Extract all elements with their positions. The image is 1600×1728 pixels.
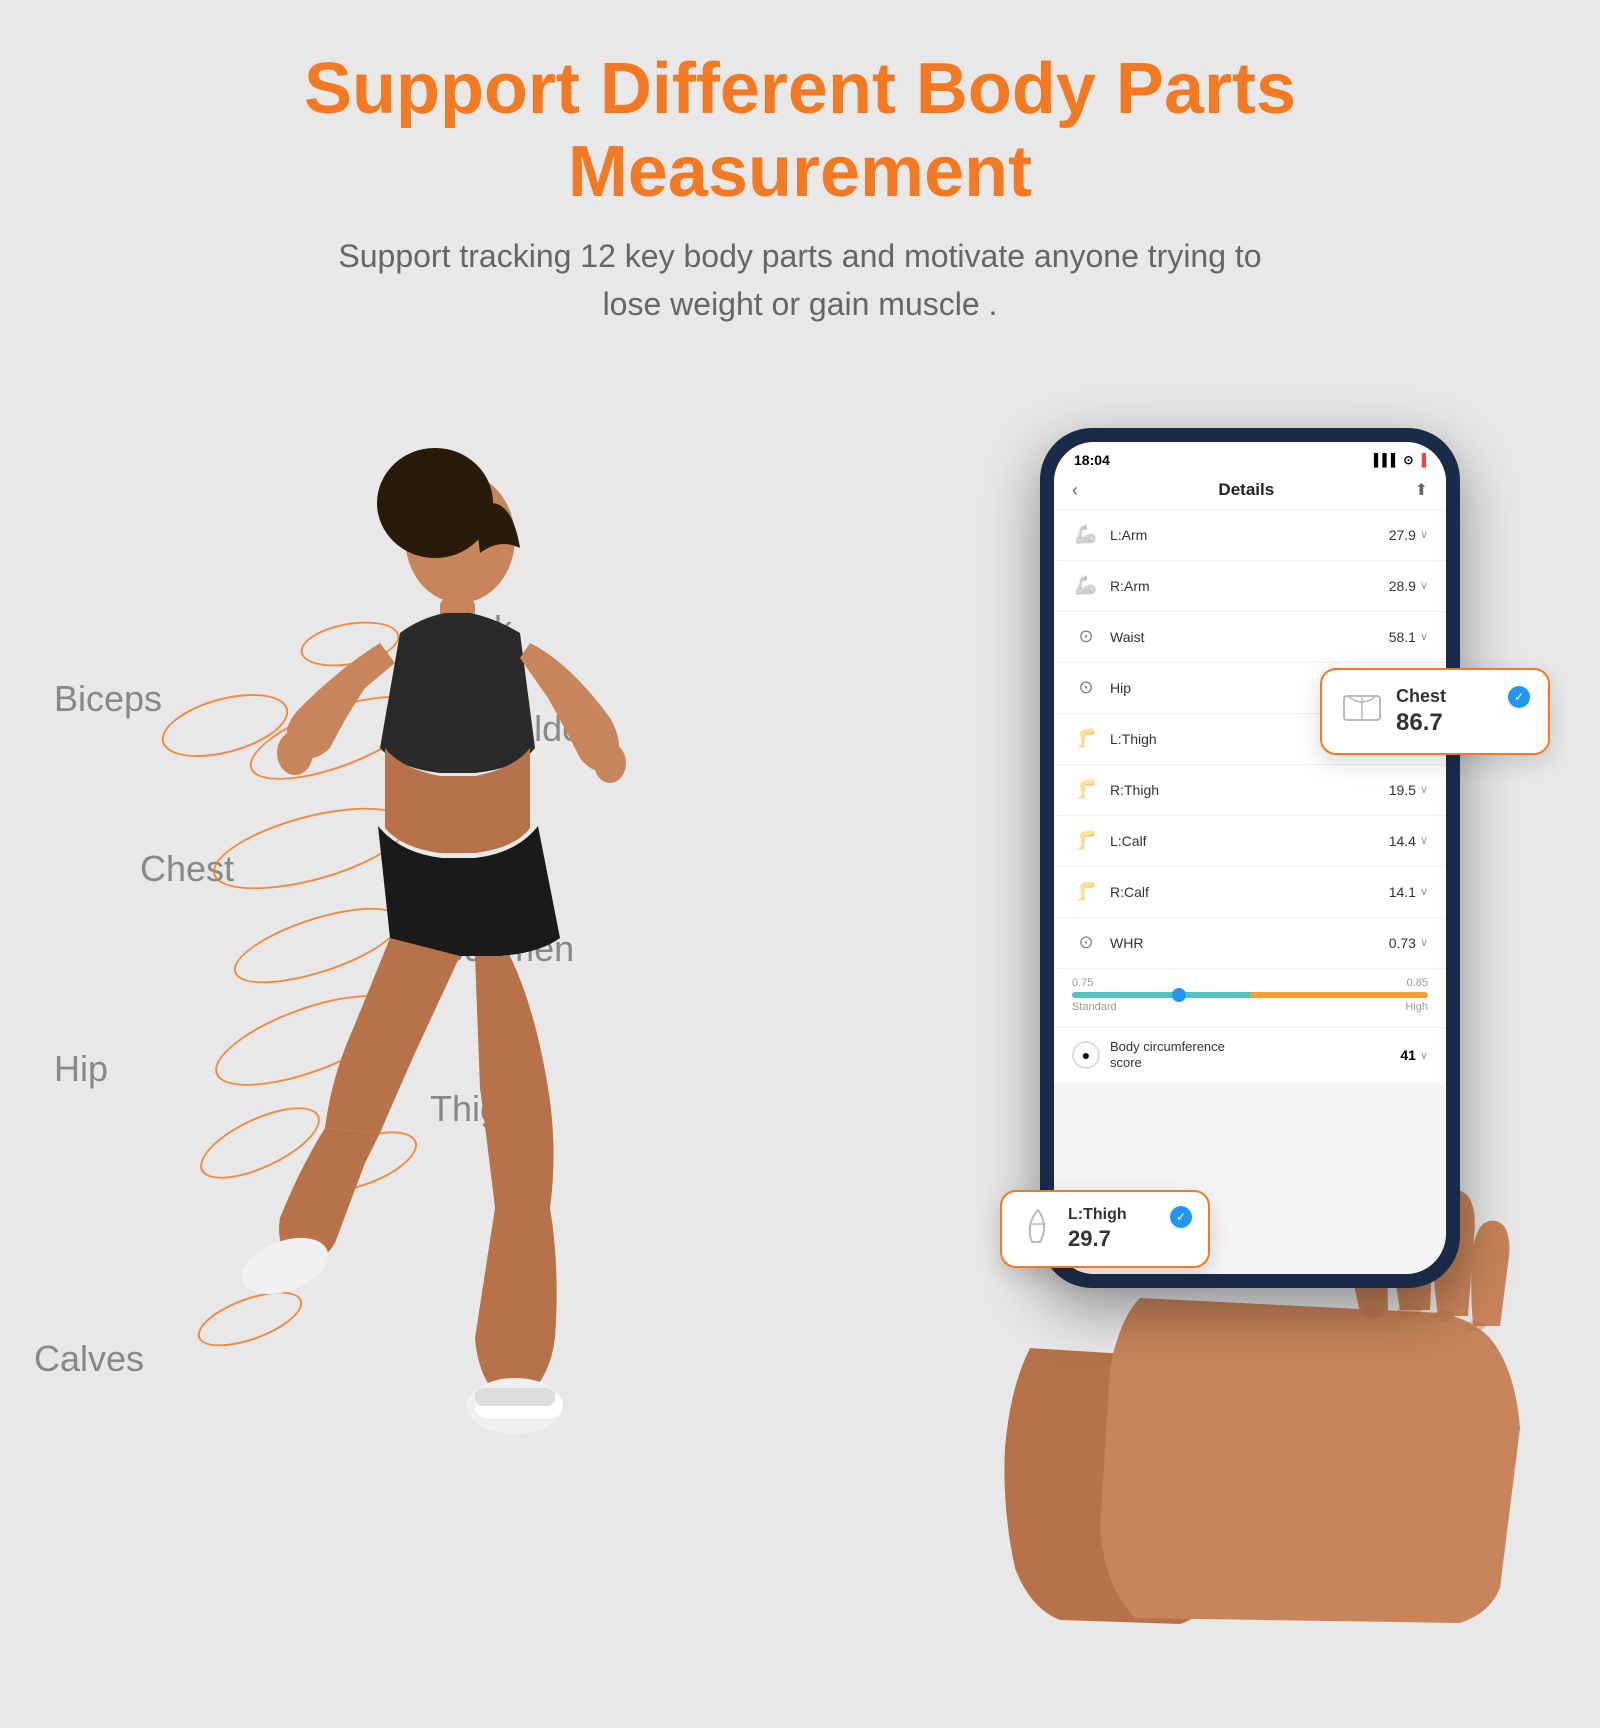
lthigh-popup-value: 29.7 — [1068, 1226, 1160, 1252]
wifi-icon: ⊙ — [1403, 453, 1413, 467]
runner-figure — [80, 408, 720, 1558]
measure-item-larm[interactable]: 🦾 L:Arm 27.9 ∨ — [1054, 510, 1446, 561]
score-icon: ● — [1072, 1041, 1100, 1069]
rcalf-icon: 🦵 — [1072, 878, 1100, 906]
rcalf-arrow: ∨ — [1420, 885, 1428, 898]
lthigh-icon: 🦵 — [1072, 725, 1100, 753]
back-button[interactable]: ‹ — [1072, 480, 1078, 501]
page-title: Support Different Body Parts Measurement — [80, 48, 1520, 214]
chest-popup-value: 86.7 — [1396, 709, 1496, 737]
lthigh-popup-title: L:Thigh — [1068, 1206, 1160, 1224]
lcalf-value: 14.4 — [1389, 833, 1416, 849]
signal-icon: ▌▌▌ — [1374, 453, 1400, 467]
whr-value: 0.73 — [1389, 935, 1416, 951]
body-score-row[interactable]: ● Body circumferencescore 41 ∨ — [1054, 1028, 1446, 1084]
phone-screen: 18:04 ▌▌▌ ⊙ ▐ ‹ Details ⬆ 🦾 — [1054, 442, 1446, 1274]
measure-item-rarm[interactable]: 🦾 R:Arm 28.9 ∨ — [1054, 561, 1446, 612]
phone-device: 18:04 ▌▌▌ ⊙ ▐ ‹ Details ⬆ 🦾 — [1040, 428, 1460, 1288]
measure-item-whr[interactable]: ⊙ WHR 0.73 ∨ — [1054, 918, 1446, 969]
whr-icon: ⊙ — [1072, 929, 1100, 957]
rthigh-icon: 🦵 — [1072, 776, 1100, 804]
lcalf-icon: 🦵 — [1072, 827, 1100, 855]
whr-section-standard: Standard — [1072, 1001, 1117, 1013]
whr-chart: 0.75 0.85 Standard High — [1054, 969, 1446, 1028]
whr-label1: 0.75 — [1072, 977, 1093, 989]
battery-icon: ▐ — [1417, 453, 1426, 467]
score-arrow: ∨ — [1420, 1049, 1428, 1062]
hip-icon: ⊙ — [1072, 674, 1100, 702]
status-time: 18:04 — [1074, 452, 1110, 468]
lthigh-popup-check: ✓ — [1170, 1206, 1192, 1228]
larm-icon: 🦾 — [1072, 521, 1100, 549]
status-icons: ▌▌▌ ⊙ ▐ — [1374, 453, 1426, 467]
rarm-value: 28.9 — [1389, 578, 1416, 594]
whr-name: WHR — [1110, 935, 1389, 951]
score-value: 41 — [1400, 1047, 1416, 1063]
measure-item-waist[interactable]: ⊙ Waist 58.1 ∨ — [1054, 612, 1446, 663]
chest-popup-icon — [1340, 686, 1384, 730]
main-content: Biceps Neck Shoulders Chest Abdomen Hip … — [0, 348, 1600, 1728]
chest-popup-title: Chest — [1396, 686, 1496, 707]
phone-wrapper: 18:04 ▌▌▌ ⊙ ▐ ‹ Details ⬆ 🦾 — [980, 428, 1560, 1628]
larm-arrow: ∨ — [1420, 528, 1428, 541]
measure-item-rcalf[interactable]: 🦵 R:Calf 14.1 ∨ — [1054, 867, 1446, 918]
rarm-arrow: ∨ — [1420, 579, 1428, 592]
whr-bar-track — [1072, 992, 1428, 998]
whr-section-high: High — [1405, 1001, 1428, 1013]
popup-chest: Chest 86.7 ✓ — [1320, 668, 1550, 755]
rthigh-name: R:Thigh — [1110, 782, 1389, 798]
measure-item-lcalf[interactable]: 🦵 L:Calf 14.4 ∨ — [1054, 816, 1446, 867]
chest-popup-content: Chest 86.7 — [1396, 686, 1496, 737]
score-label: Body circumferencescore — [1110, 1039, 1400, 1073]
lcalf-name: L:Calf — [1110, 833, 1389, 849]
rthigh-arrow: ∨ — [1420, 783, 1428, 796]
lthigh-popup-icon — [1018, 1206, 1058, 1246]
measure-item-rthigh[interactable]: 🦵 R:Thigh 19.5 ∨ — [1054, 765, 1446, 816]
popup-lthigh: L:Thigh 29.7 ✓ — [1000, 1190, 1210, 1268]
app-title: Details — [1218, 480, 1274, 500]
whr-bar-labels: 0.75 0.85 — [1072, 977, 1428, 989]
status-bar: 18:04 ▌▌▌ ⊙ ▐ — [1054, 442, 1446, 472]
whr-section-labels: Standard High — [1072, 1001, 1428, 1013]
page-header: Support Different Body Parts Measurement… — [0, 0, 1600, 348]
rarm-icon: 🦾 — [1072, 572, 1100, 600]
rcalf-value: 14.1 — [1389, 884, 1416, 900]
waist-value: 58.1 — [1389, 629, 1416, 645]
waist-icon: ⊙ — [1072, 623, 1100, 651]
waist-name: Waist — [1110, 629, 1389, 645]
whr-arrow: ∨ — [1420, 936, 1428, 949]
whr-indicator — [1172, 988, 1186, 1002]
lthigh-popup-content: L:Thigh 29.7 — [1068, 1206, 1160, 1252]
lcalf-arrow: ∨ — [1420, 834, 1428, 847]
measurement-list: 🦾 L:Arm 27.9 ∨ 🦾 R:Arm 28.9 ∨ ⊙ Waist — [1054, 510, 1446, 1084]
rcalf-name: R:Calf — [1110, 884, 1389, 900]
rarm-name: R:Arm — [1110, 578, 1389, 594]
share-button[interactable]: ⬆ — [1415, 480, 1428, 500]
chest-popup-check: ✓ — [1508, 686, 1530, 708]
page-subtitle: Support tracking 12 key body parts and m… — [80, 232, 1520, 328]
app-header: ‹ Details ⬆ — [1054, 472, 1446, 510]
rthigh-value: 19.5 — [1389, 782, 1416, 798]
whr-label2: 0.85 — [1407, 977, 1428, 989]
larm-value: 27.9 — [1389, 527, 1416, 543]
waist-arrow: ∨ — [1420, 630, 1428, 643]
larm-name: L:Arm — [1110, 527, 1389, 543]
